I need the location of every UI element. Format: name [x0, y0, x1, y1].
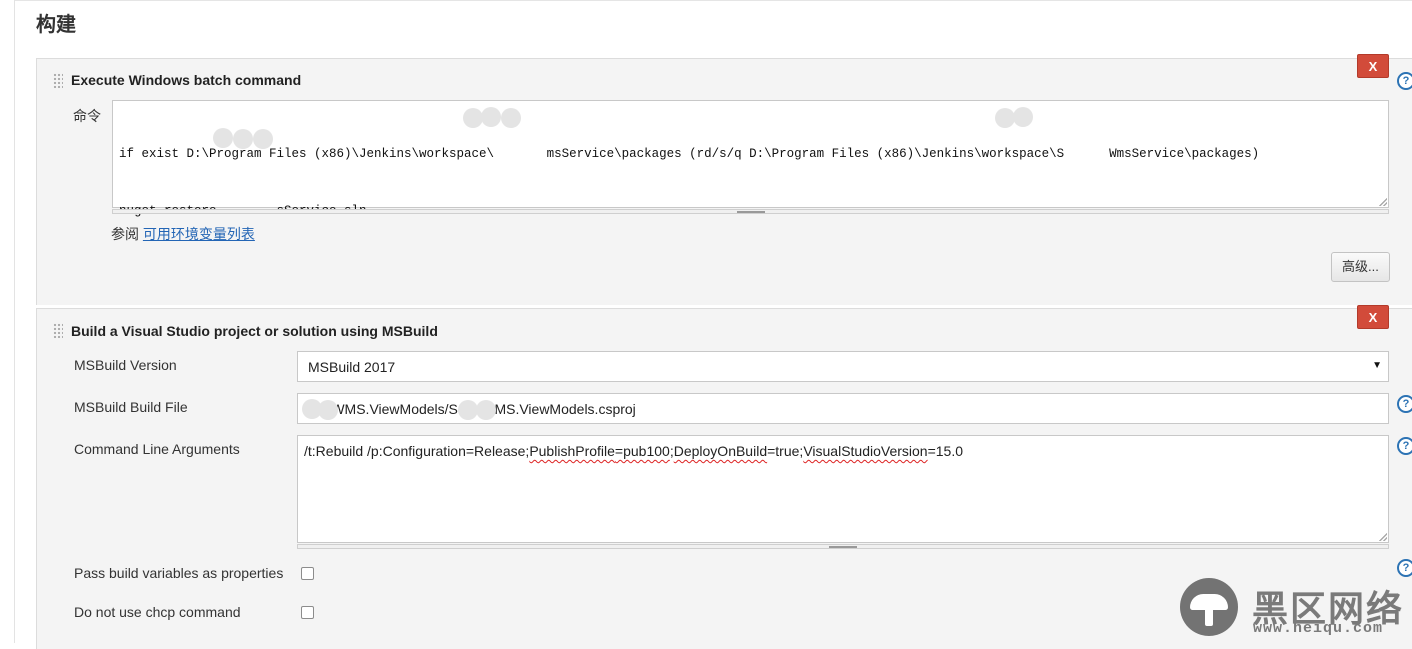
batch-step-title: Execute Windows batch command [71, 72, 302, 88]
advanced-button[interactable]: 高级... [1331, 252, 1390, 282]
msbuild-version-label: MSBuild Version [74, 357, 177, 373]
build-section-title: 构建 [36, 14, 76, 36]
watermark-url: www.heiqu.com [1253, 620, 1384, 637]
delete-msbuild-step-button[interactable]: X [1357, 305, 1389, 329]
no-chcp-label: Do not use chcp command [74, 604, 241, 620]
textarea-resize-handle[interactable] [112, 209, 1389, 214]
watermark-logo-icon [1180, 578, 1238, 636]
build-file-label: MSBuild Build File [74, 399, 188, 415]
command-label: 命令 [73, 108, 101, 124]
pass-vars-checkbox[interactable] [301, 567, 314, 580]
batch-command-step: Execute Windows batch command 命令 if exis… [36, 58, 1412, 305]
build-file-input[interactable]: WMS.ViewModels/S WMS.ViewModels.csproj [297, 393, 1389, 424]
redaction-mark [501, 108, 521, 128]
textarea-resize-handle[interactable] [297, 544, 1389, 549]
redaction-mark [253, 129, 273, 149]
redaction-mark [458, 400, 478, 420]
args-value: /t:Rebuild /p:Configuration=Release;Publ… [304, 443, 964, 459]
help-icon[interactable]: ? [1397, 437, 1412, 455]
redaction-mark [476, 400, 496, 420]
chevron-down-icon: ▼ [1372, 360, 1382, 371]
drag-handle-icon[interactable] [53, 323, 63, 338]
grip-lines-icon [829, 546, 857, 548]
msbuild-version-value: MSBuild 2017 [308, 359, 396, 375]
msbuild-step-title: Build a Visual Studio project or solutio… [71, 323, 438, 339]
command-line-1: if exist D:\Program Files (x86)\Jenkins\… [119, 147, 1260, 161]
redaction-mark [1013, 107, 1033, 127]
delete-batch-step-button[interactable]: X [1357, 54, 1389, 78]
env-vars-link[interactable]: 可用环境变量列表 [143, 226, 255, 242]
help-icon[interactable]: ? [1397, 559, 1412, 577]
args-textarea[interactable]: /t:Rebuild /p:Configuration=Release;Publ… [297, 435, 1389, 543]
resize-corner-icon[interactable] [1379, 533, 1387, 541]
no-chcp-checkbox[interactable] [301, 606, 314, 619]
redaction-mark [995, 108, 1015, 128]
pass-vars-label: Pass build variables as properties [74, 565, 284, 581]
help-icon[interactable]: ? [1397, 395, 1412, 413]
drag-handle-icon[interactable] [53, 73, 63, 88]
help-icon[interactable]: ? [1397, 72, 1412, 90]
redaction-mark [233, 129, 253, 149]
msbuild-version-select[interactable]: MSBuild 2017 ▼ [297, 351, 1389, 382]
redaction-mark [318, 400, 338, 420]
redaction-mark [481, 107, 501, 127]
env-vars-hint: 参阅 可用环境变量列表 [111, 224, 255, 244]
command-textarea[interactable]: if exist D:\Program Files (x86)\Jenkins\… [112, 100, 1389, 218]
resize-corner-icon[interactable] [1379, 198, 1387, 206]
redaction-mark [463, 108, 483, 128]
grip-lines-icon [736, 211, 765, 213]
redaction-mark [213, 128, 233, 148]
args-label: Command Line Arguments [74, 441, 240, 457]
see-prefix: 参阅 [111, 226, 139, 242]
